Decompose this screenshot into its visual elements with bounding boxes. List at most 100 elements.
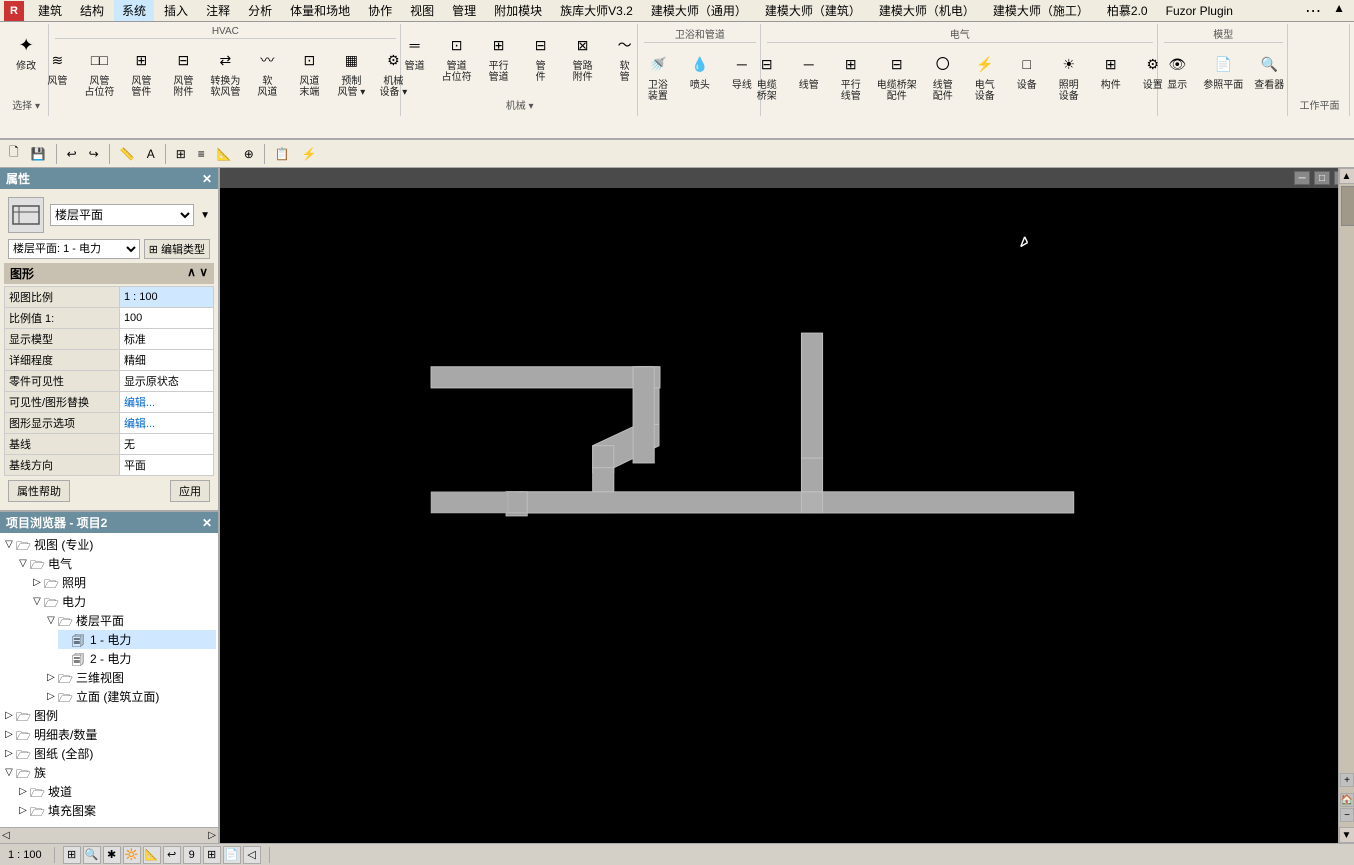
tb-new[interactable]: 🗋 bbox=[4, 140, 24, 167]
tree-item-floor-1-power[interactable]: 🗐 1 - 电力 bbox=[58, 630, 216, 649]
prop-value-display-model[interactable]: 标准 bbox=[119, 329, 213, 350]
ribbon-btn-pipe-fitting[interactable]: ⊟ 管件 bbox=[521, 26, 561, 86]
ribbon-btn-sprinkler[interactable]: 💧 喷头 bbox=[680, 45, 720, 105]
menu-massing[interactable]: 体量和场地 bbox=[282, 0, 358, 21]
menu-addins[interactable]: 附加模块 bbox=[486, 0, 550, 21]
menu-structure[interactable]: 结构 bbox=[72, 0, 112, 21]
menu-collaborate[interactable]: 协作 bbox=[360, 0, 400, 21]
prop-floor-select[interactable]: 楼层平面: 1 - 电力 bbox=[8, 239, 140, 259]
menu-building[interactable]: 建筑 bbox=[30, 0, 70, 21]
tree-item-fill-patterns[interactable]: ▷ 🗁 填充图案 bbox=[16, 801, 216, 820]
tree-item-ramps[interactable]: ▷ 🗁 坡道 bbox=[16, 782, 216, 801]
browser-scroll-left[interactable]: ◁ bbox=[2, 830, 10, 841]
ribbon-btn-duct-placeholder[interactable]: □□ 风管占位符 bbox=[79, 41, 119, 101]
canvas-area[interactable]: ─ □ ✕ bbox=[220, 168, 1354, 843]
prop-edit-type-btn[interactable]: ⊞ 编辑类型 bbox=[144, 239, 210, 259]
tree-toggle-schedules[interactable]: ▷ bbox=[2, 729, 16, 740]
tree-item-sheets[interactable]: ▷ 🗁 图纸 (全部) bbox=[2, 744, 216, 763]
prop-value-graphic-display[interactable]: 编辑... bbox=[119, 413, 213, 434]
menu-annotate[interactable]: 注释 bbox=[198, 0, 238, 21]
ribbon-btn-elec-equip[interactable]: ⚡ 电气设备 bbox=[965, 45, 1005, 105]
browser-body[interactable]: ▽ 🗁 视图 (专业) ▽ 🗁 电气 ▷ 🗁 照明 bbox=[0, 533, 218, 827]
ribbon-btn-parallel-pipe[interactable]: ⊞ 平行管道 bbox=[479, 26, 519, 86]
tb-extra2[interactable]: ⚡ bbox=[297, 144, 322, 164]
tb-selection[interactable]: ≡ bbox=[193, 144, 210, 164]
tb-align[interactable]: ⊞ bbox=[171, 144, 191, 164]
tree-item-elevations[interactable]: ▷ 🗁 立面 (建筑立面) bbox=[44, 687, 216, 706]
status-icon-undo[interactable]: ↩ bbox=[163, 846, 181, 864]
ribbon-collapse[interactable]: ▲ bbox=[1328, 0, 1350, 24]
tb-snap[interactable]: 📐 bbox=[212, 144, 237, 164]
tree-toggle-sheets[interactable]: ▷ bbox=[2, 748, 16, 759]
mechanical-group-label[interactable]: 机械 ▾ bbox=[506, 95, 534, 114]
tree-item-families[interactable]: ▽ 🗁 族 bbox=[2, 763, 216, 782]
ribbon-btn-conduit-fitting[interactable]: 〇 线管配件 bbox=[923, 45, 963, 105]
tree-toggle-families[interactable]: ▽ bbox=[2, 767, 16, 778]
tree-toggle-elevations[interactable]: ▷ bbox=[44, 691, 58, 702]
tree-toggle-power[interactable]: ▽ bbox=[30, 596, 44, 607]
menu-modmaster-general[interactable]: 建模大师（通用） bbox=[643, 0, 755, 21]
select-group-label[interactable]: 选择 ▾ bbox=[12, 95, 40, 114]
ribbon-btn-convert-flex[interactable]: ⇄ 转换为软风管 bbox=[205, 41, 245, 101]
app-icon[interactable]: R bbox=[4, 1, 24, 21]
tb-tag[interactable]: A bbox=[142, 144, 160, 164]
menu-analyze[interactable]: 分析 bbox=[240, 0, 280, 21]
nav-btn-3[interactable]: − bbox=[1340, 808, 1354, 822]
tree-item-electrical[interactable]: ▽ 🗁 电气 bbox=[16, 554, 216, 573]
tb-measure[interactable]: 📏 bbox=[115, 144, 140, 164]
ribbon-btn-lighting[interactable]: ☀ 照明设备 bbox=[1049, 45, 1089, 105]
ribbon-btn-display[interactable]: 👁 显示 bbox=[1157, 45, 1197, 94]
ribbon-btn-pipe-placeholder[interactable]: ⊡ 管道占位符 bbox=[437, 26, 477, 86]
window-minimize-btn[interactable]: ─ bbox=[1294, 171, 1310, 185]
status-icon-search[interactable]: 🔍 bbox=[83, 846, 101, 864]
prop-value-detail-level[interactable]: 精细 bbox=[119, 350, 213, 371]
status-icon-asterisk[interactable]: ✱ bbox=[103, 846, 121, 864]
tree-item-3d-views[interactable]: ▷ 🗁 三维视图 bbox=[44, 668, 216, 687]
nav-btn-2[interactable]: 🏠 bbox=[1340, 793, 1354, 807]
window-restore-btn[interactable]: □ bbox=[1314, 171, 1330, 185]
ribbon-btn-device[interactable]: □ 设备 bbox=[1007, 45, 1047, 105]
menu-manage[interactable]: 管理 bbox=[444, 0, 484, 21]
tree-item-views[interactable]: ▽ 🗁 视图 (专业) bbox=[2, 535, 216, 554]
ribbon-btn-component[interactable]: ⊞ 构件 bbox=[1091, 45, 1131, 105]
tree-item-legends[interactable]: ▷ 🗁 图例 bbox=[2, 706, 216, 725]
menu-modmaster-mep[interactable]: 建模大师（机电） bbox=[871, 0, 983, 21]
menu-insert[interactable]: 插入 bbox=[156, 0, 196, 21]
scroll-down-btn[interactable]: ▼ bbox=[1339, 827, 1354, 843]
menu-view[interactable]: 视图 bbox=[402, 0, 442, 21]
menu-modmaster-arch[interactable]: 建模大师（建筑） bbox=[757, 0, 869, 21]
tb-redo[interactable]: ↪ bbox=[84, 144, 104, 164]
ribbon-btn-duct-fitting[interactable]: ⊞ 风管管件 bbox=[121, 41, 161, 101]
nav-btn-1[interactable]: + bbox=[1340, 773, 1354, 787]
prop-section-graphics[interactable]: 图形 ∧ ∨ bbox=[4, 263, 214, 284]
ribbon-btn-cable-tray[interactable]: ⊟ 电缆桥架 bbox=[747, 45, 787, 105]
scroll-up-btn[interactable]: ▲ bbox=[1339, 168, 1354, 184]
tree-toggle-lighting[interactable]: ▷ bbox=[30, 577, 44, 588]
ribbon-btn-parallel-conduit[interactable]: ⊞ 平行线管 bbox=[831, 45, 871, 105]
tree-toggle-legends[interactable]: ▷ bbox=[2, 710, 16, 721]
tree-toggle-floor-plans[interactable]: ▽ bbox=[44, 615, 58, 626]
tb-undo[interactable]: ↩ bbox=[62, 144, 82, 164]
ribbon-btn-plumbing-fixture[interactable]: 🚿 卫浴装置 bbox=[638, 45, 678, 105]
ribbon-btn-duct-accessory[interactable]: ⊟ 风管附件 bbox=[163, 41, 203, 101]
expand-btn[interactable]: ⋯ bbox=[1300, 0, 1326, 24]
prop-apply-btn[interactable]: 应用 bbox=[170, 480, 210, 502]
tb-save[interactable]: 💾 bbox=[26, 144, 51, 164]
tree-item-lighting[interactable]: ▷ 🗁 照明 bbox=[30, 573, 216, 592]
tb-workplane[interactable]: ⊕ bbox=[239, 144, 259, 164]
properties-close[interactable]: ✕ bbox=[202, 172, 212, 186]
status-icon-measure[interactable]: 📐 bbox=[143, 846, 161, 864]
ribbon-btn-cable-tray-fitting[interactable]: ⊟ 电缆桥架配件 bbox=[873, 45, 921, 105]
tree-toggle-views[interactable]: ▽ bbox=[2, 539, 16, 550]
scroll-thumb[interactable] bbox=[1341, 186, 1354, 226]
tb-extra1[interactable]: 📋 bbox=[270, 144, 295, 164]
ribbon-btn-prefab-duct[interactable]: ▦ 预制风管 ▾ bbox=[331, 41, 371, 101]
ribbon-btn-air-terminal[interactable]: ⊡ 风道末端 bbox=[289, 41, 329, 101]
tree-toggle-electrical[interactable]: ▽ bbox=[16, 558, 30, 569]
ribbon-btn-viewer[interactable]: 🔍 查看器 bbox=[1249, 45, 1289, 94]
ribbon-btn-ref-plane[interactable]: 📄 参照平面 bbox=[1199, 45, 1247, 94]
ribbon-btn-pipe[interactable]: ═ 管道 bbox=[395, 26, 435, 86]
ribbon-btn-pipe-accessory[interactable]: ⊠ 管路附件 bbox=[563, 26, 603, 86]
ribbon-btn-conduit[interactable]: ─ 线管 bbox=[789, 45, 829, 105]
prop-value-parts[interactable]: 显示原状态 bbox=[119, 371, 213, 392]
